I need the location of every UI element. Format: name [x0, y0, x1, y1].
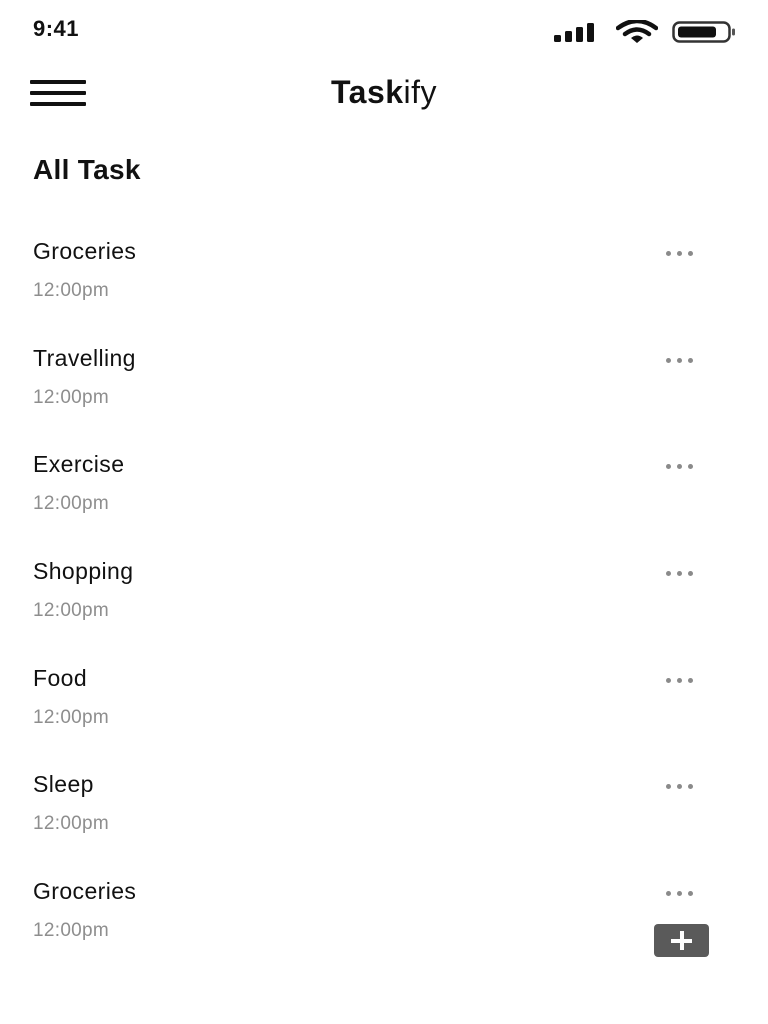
dot — [666, 677, 671, 683]
plus-icon — [671, 931, 692, 950]
plus-vertical — [679, 931, 684, 950]
wifi-icon — [616, 20, 658, 43]
more-horizontal-icon[interactable] — [660, 882, 700, 904]
app-title-bold: Task — [330, 74, 404, 110]
dot — [688, 357, 693, 363]
task-name[interactable]: Sleep — [33, 771, 94, 798]
dot — [677, 464, 682, 470]
task-time: 12:00pm — [33, 813, 110, 835]
task-time: 12:00pm — [33, 920, 110, 942]
task-item[interactable]: Groceries 12:00pm — [0, 228, 768, 335]
task-item[interactable]: Groceries 12:00pm — [0, 868, 768, 975]
task-name[interactable]: Travelling — [33, 345, 136, 372]
task-time: 12:00pm — [33, 706, 110, 728]
signal-icon — [554, 23, 594, 42]
battery-icon — [672, 21, 735, 43]
dot — [688, 464, 693, 470]
more-horizontal-icon[interactable] — [660, 669, 700, 691]
task-item[interactable]: Shopping 12:00pm — [0, 548, 768, 655]
dot — [666, 571, 671, 577]
dot — [666, 357, 671, 363]
task-item[interactable]: Travelling 12:00pm — [0, 335, 768, 442]
dot — [666, 464, 671, 470]
status-time: 9:41 — [33, 16, 80, 41]
task-time: 12:00pm — [33, 280, 110, 301]
more-horizontal-icon[interactable] — [660, 242, 700, 264]
more-horizontal-icon[interactable] — [660, 775, 700, 797]
status-bar: 9:41 — [0, 0, 768, 60]
task-item[interactable]: Food 12:00pm — [0, 655, 768, 762]
task-time: 12:00pm — [33, 600, 110, 622]
dot — [677, 357, 682, 363]
dot — [677, 891, 682, 897]
task-list: Groceries 12:00pm Travelling 12:00pm Exe… — [0, 228, 768, 975]
task-name[interactable]: Shopping — [33, 558, 133, 585]
section-title: All Task — [33, 154, 141, 185]
task-name[interactable]: Groceries — [33, 238, 136, 265]
dot — [666, 784, 671, 790]
task-item[interactable]: Exercise 12:00pm — [0, 441, 768, 548]
more-horizontal-icon[interactable] — [660, 349, 700, 371]
task-time: 12:00pm — [33, 493, 110, 515]
dot — [688, 251, 693, 256]
more-horizontal-icon[interactable] — [660, 455, 700, 477]
dot — [666, 891, 671, 897]
dot — [666, 251, 671, 256]
dot — [677, 251, 682, 256]
dot — [677, 571, 682, 577]
dot — [677, 784, 682, 790]
task-time: 12:00pm — [33, 386, 110, 408]
dot — [688, 677, 693, 683]
task-item[interactable]: Sleep 12:00pm — [0, 761, 768, 868]
dot — [688, 891, 693, 897]
app-header: Taskify — [0, 62, 768, 124]
task-name[interactable]: Exercise — [33, 451, 124, 478]
more-horizontal-icon[interactable] — [660, 562, 700, 584]
app-title-light: ify — [403, 74, 438, 110]
dot — [677, 677, 682, 683]
app-title: Taskify — [0, 74, 768, 111]
task-name[interactable]: Groceries — [33, 878, 136, 905]
task-name[interactable]: Food — [33, 665, 87, 692]
dot — [688, 571, 693, 577]
add-task-button[interactable] — [654, 924, 709, 957]
dot — [688, 784, 693, 790]
